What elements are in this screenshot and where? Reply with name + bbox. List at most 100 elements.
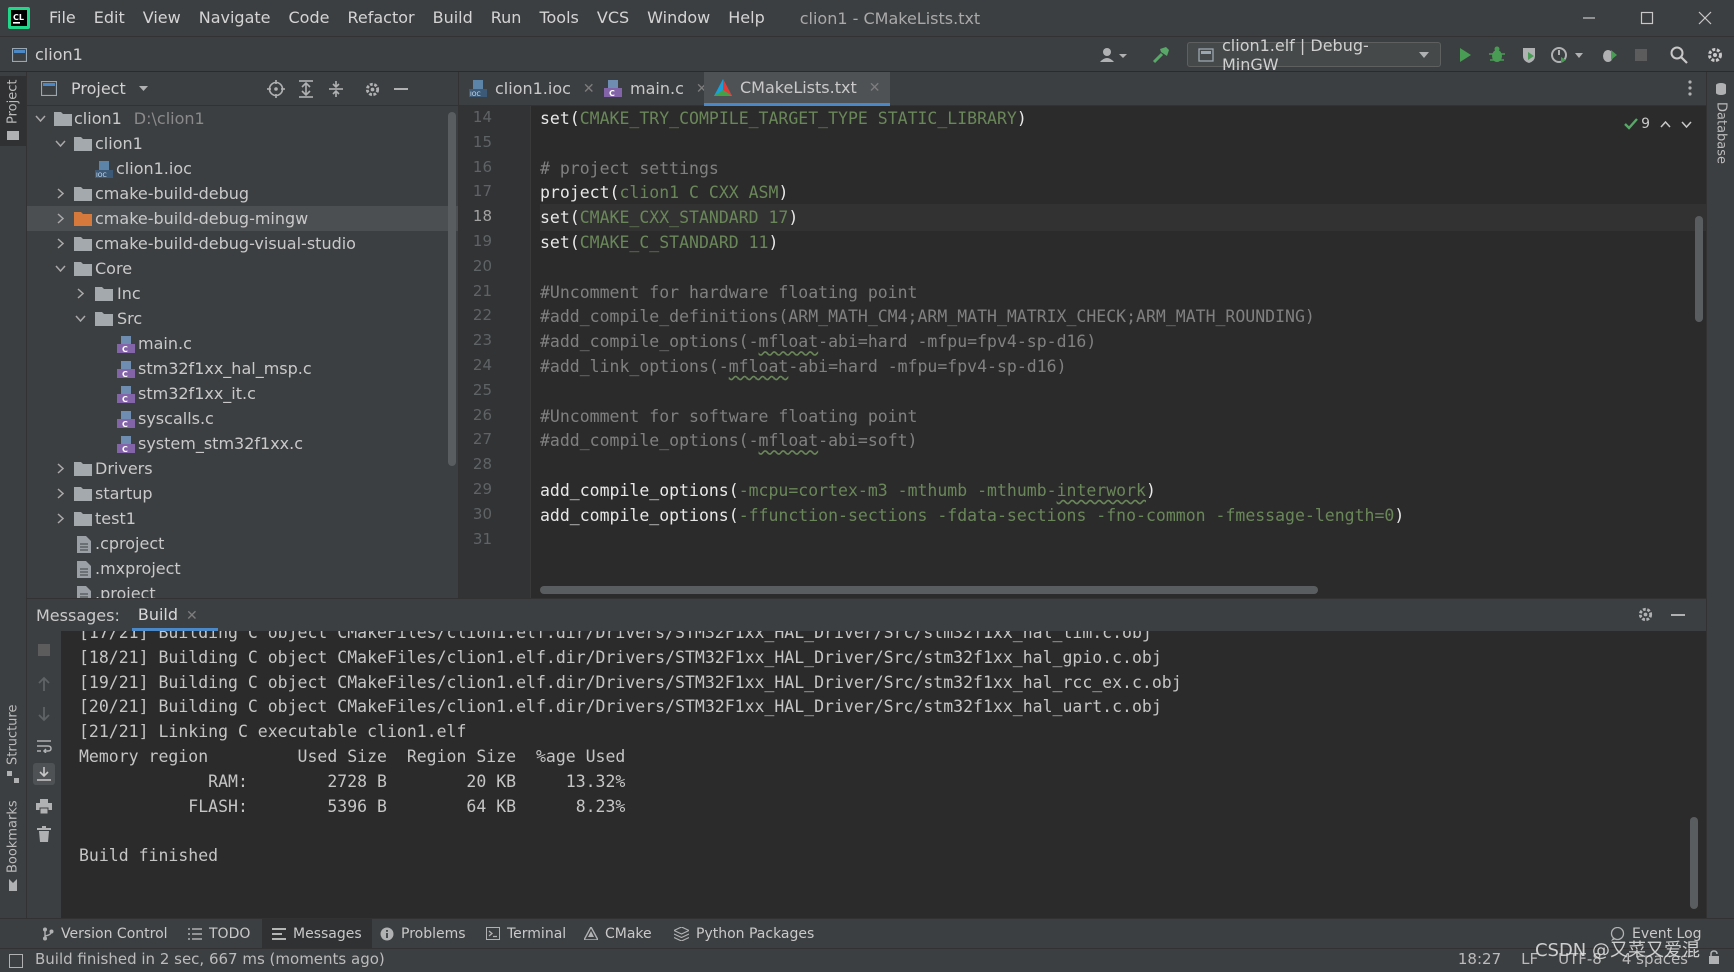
code-line[interactable] — [540, 452, 1706, 479]
code-line[interactable]: set(CMAKE_CXX_STANDARD 17) — [540, 204, 1706, 232]
chevron-down-icon[interactable] — [1572, 44, 1586, 66]
account-icon[interactable] — [1096, 44, 1130, 66]
lock-icon[interactable] — [1708, 950, 1720, 968]
soft-wrap-icon[interactable] — [33, 735, 55, 757]
bookmarks-tool-tab[interactable]: Bookmarks — [0, 801, 26, 892]
close-tab-icon[interactable]: ✕ — [186, 608, 198, 624]
tree-item-file[interactable]: C syscalls.c — [27, 406, 458, 431]
tab-todo[interactable]: TODO — [178, 919, 260, 948]
menu-vcs[interactable]: VCS — [588, 0, 638, 36]
menu-code[interactable]: Code — [280, 0, 339, 36]
code-line[interactable] — [540, 527, 1706, 554]
code-line[interactable]: set(CMAKE_TRY_COMPILE_TARGET_TYPE STATIC… — [540, 106, 1706, 132]
menu-file[interactable]: File — [40, 0, 85, 36]
code-line[interactable] — [540, 378, 1706, 405]
file-encoding[interactable]: UTF-8 — [1558, 950, 1602, 968]
expand-all-icon[interactable] — [295, 78, 317, 100]
close-tab-icon[interactable]: ✕ — [869, 80, 881, 96]
tab-python-packages[interactable]: Python Packages — [664, 919, 824, 948]
close-window-button[interactable] — [1676, 0, 1734, 36]
tree-item-folder[interactable]: cmake-build-debug-visual-studio — [27, 231, 458, 256]
settings-gear-icon[interactable] — [1637, 606, 1654, 623]
maximize-button[interactable] — [1618, 0, 1676, 36]
chevron-right-icon[interactable] — [53, 206, 67, 231]
messages-scrollbar[interactable] — [1690, 817, 1698, 909]
settings-gear-icon[interactable] — [361, 78, 383, 100]
tab-clion1-ioc[interactable]: IOC clion1.ioc ✕ — [469, 72, 603, 105]
menu-refactor[interactable]: Refactor — [338, 0, 423, 36]
tree-item-file[interactable]: .mxproject — [27, 556, 458, 581]
chevron-down-icon[interactable] — [1681, 120, 1692, 128]
tree-item-file[interactable]: .project — [27, 581, 458, 598]
inspection-widget[interactable]: 9 — [1624, 116, 1692, 132]
code-line[interactable] — [540, 130, 1706, 157]
indent-setting[interactable]: 4 spaces — [1622, 950, 1688, 968]
profiler-icon[interactable] — [1548, 44, 1570, 66]
project-panel-title[interactable]: Project — [71, 79, 126, 98]
structure-tool-tab[interactable]: Structure — [0, 704, 26, 784]
code-line[interactable] — [540, 254, 1706, 281]
tree-item-file[interactable]: C stm32f1xx_hal_msp.c — [27, 356, 458, 381]
tab-terminal[interactable]: Terminal — [476, 919, 576, 948]
code-line[interactable]: # project settings — [540, 155, 1706, 182]
arrow-up-icon[interactable] — [33, 673, 55, 695]
build-hammer-icon[interactable] — [1150, 44, 1172, 66]
menu-navigate[interactable]: Navigate — [190, 0, 280, 36]
code-line[interactable]: #add_compile_definitions(ARM_MATH_CM4;AR… — [540, 303, 1706, 330]
tab-build[interactable]: Build ✕ — [131, 599, 218, 631]
stop-icon[interactable] — [1630, 44, 1652, 66]
chevron-right-icon[interactable] — [53, 231, 67, 256]
database-tool-tab[interactable]: Database — [1708, 78, 1734, 168]
editor-vertical-scrollbar[interactable] — [1695, 216, 1703, 322]
minimize-button[interactable] — [1560, 0, 1618, 36]
code-line[interactable]: add_compile_options(-ffunction-sections … — [540, 502, 1706, 529]
code-line[interactable]: #Uncomment for hardware floating point — [540, 279, 1706, 306]
tree-item-root[interactable]: clion1 D:\clion1 — [27, 106, 458, 131]
tree-item-folder-selected[interactable]: cmake-build-debug-mingw — [27, 206, 458, 231]
more-tabs-icon[interactable] — [1688, 80, 1692, 96]
chevron-right-icon[interactable] — [53, 456, 67, 481]
build-output[interactable]: [17/21] Building C object CMakeFiles/cli… — [79, 631, 1686, 919]
hide-panel-icon[interactable] — [390, 78, 412, 100]
chevron-down-icon[interactable] — [53, 256, 67, 281]
chevron-right-icon[interactable] — [53, 181, 67, 206]
collapse-all-icon[interactable] — [325, 78, 347, 100]
tree-item-folder[interactable]: test1 — [27, 506, 458, 531]
chevron-right-icon[interactable] — [53, 481, 67, 506]
menu-view[interactable]: View — [134, 0, 190, 36]
settings-gear-icon[interactable] — [1704, 44, 1726, 66]
tab-event-log[interactable]: Event Log — [1600, 919, 1712, 948]
menu-edit[interactable]: Edit — [85, 0, 134, 36]
tab-cmake[interactable]: CMake — [574, 919, 662, 948]
chevron-right-icon[interactable] — [53, 506, 67, 531]
tree-item-folder[interactable]: clion1 — [27, 131, 458, 156]
tab-messages[interactable]: Messages — [262, 919, 372, 948]
tree-item-folder[interactable]: cmake-build-debug — [27, 181, 458, 206]
code-line[interactable]: #add_link_options(-mfloat-abi=hard -mfpu… — [540, 353, 1706, 380]
toggle-tool-windows-icon[interactable] — [9, 954, 23, 968]
debug-icon[interactable] — [1486, 44, 1508, 66]
caret-position[interactable]: 18:27 — [1458, 950, 1501, 968]
code-line[interactable]: project(clion1 C CXX ASM) — [540, 179, 1706, 206]
coverage-icon[interactable] — [1518, 44, 1540, 66]
chevron-down-icon[interactable] — [138, 85, 149, 92]
tab-cmakelists[interactable]: CMakeLists.txt ✕ — [704, 72, 891, 106]
code-line[interactable]: add_compile_options(-mcpu=cortex-m3 -mth… — [540, 477, 1706, 504]
tree-item-folder[interactable]: Drivers — [27, 456, 458, 481]
code-line[interactable]: #Uncomment for software floating point — [540, 403, 1706, 430]
code-line[interactable]: set(CMAKE_C_STANDARD 11) — [540, 229, 1706, 256]
tree-item-folder[interactable]: startup — [27, 481, 458, 506]
code-editor[interactable]: 14 15 16 17 18 19 20 21 22 23 24 25 26 27 28 29 30 31 set… — [459, 106, 1706, 598]
project-scrollbar[interactable] — [448, 112, 456, 466]
menu-window[interactable]: Window — [638, 0, 719, 36]
chevron-down-icon[interactable] — [73, 306, 87, 331]
stop-icon[interactable] — [33, 639, 55, 661]
tree-item-folder[interactable]: Src — [27, 306, 458, 331]
run-configuration-select[interactable]: clion1.elf | Debug-MinGW — [1187, 36, 1441, 74]
tab-main-c[interactable]: C main.c ✕ — [604, 72, 716, 105]
breadcrumb-project[interactable]: clion1 — [35, 45, 83, 64]
attach-debugger-icon[interactable] — [1598, 44, 1620, 66]
print-icon[interactable] — [33, 795, 55, 817]
close-tab-icon[interactable]: ✕ — [583, 81, 595, 97]
trash-icon[interactable] — [33, 823, 55, 845]
